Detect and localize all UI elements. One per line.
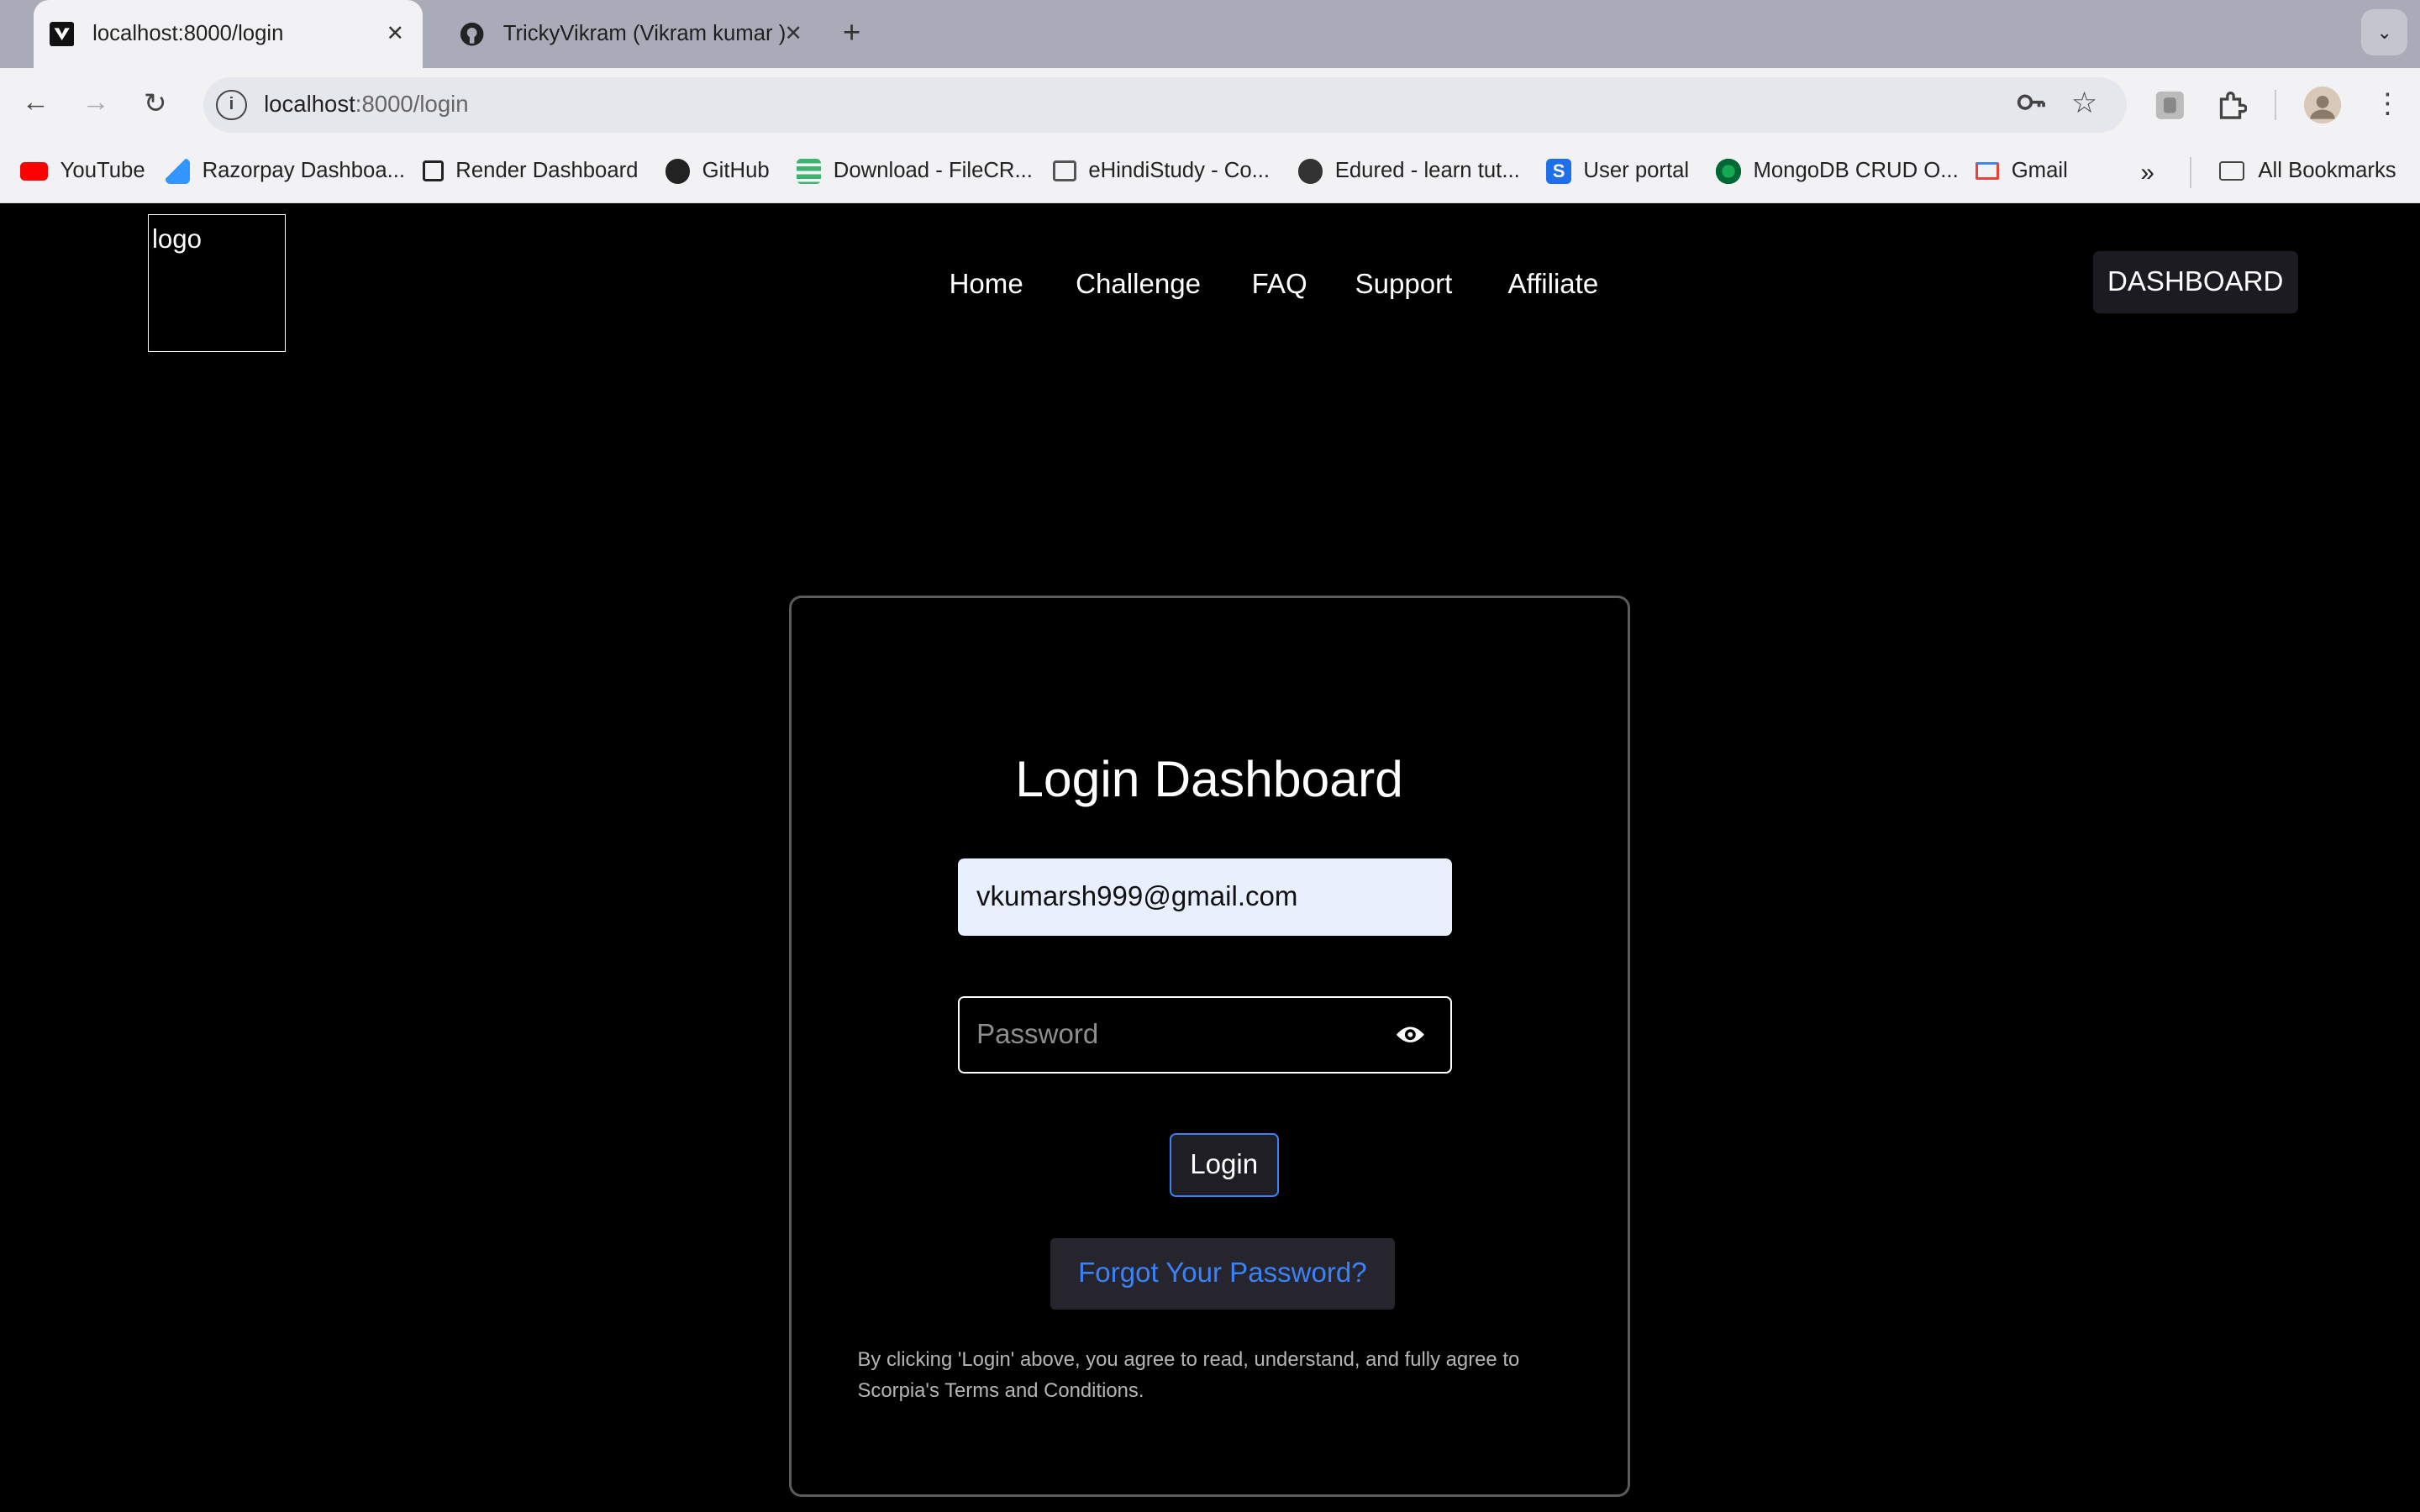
bookmark-label: MongoDB CRUD O...: [1753, 159, 1959, 183]
book-icon: [1052, 160, 1076, 181]
page-content: logo Home Challenge FAQ Support Affiliat…: [0, 203, 2420, 1512]
address-bar[interactable]: i localhost:8000/login ☆: [203, 76, 2127, 133]
bookmark-label: GitHub: [702, 159, 770, 183]
url-text[interactable]: localhost:8000/login: [264, 91, 469, 118]
url-host: localhost: [264, 91, 355, 118]
bookmark-label: Razorpay Dashboa...: [202, 159, 406, 183]
bookmark-render[interactable]: Render Dashboard: [423, 159, 638, 183]
back-icon[interactable]: ←: [22, 87, 50, 118]
bookmark-label: YouTube: [60, 159, 145, 183]
github-icon: [665, 159, 690, 184]
login-title: Login Dashboard: [1015, 749, 1403, 807]
password-placeholder: Password: [976, 1018, 1099, 1050]
password-key-icon[interactable]: [2016, 90, 2047, 121]
filecr-icon: [796, 159, 822, 184]
github-icon: [460, 22, 484, 46]
site-favicon-icon: [49, 21, 75, 47]
browser-toolbar: ← → ↻ i localhost:8000/login ☆ ⋮: [0, 67, 2420, 142]
tab-title: localhost:8000/login: [92, 21, 284, 45]
new-tab-icon[interactable]: +: [843, 15, 860, 50]
bookmark-label: User portal: [1583, 159, 1690, 183]
forward-icon[interactable]: →: [82, 87, 109, 118]
tab-title: TrickyVikram (Vikram kumar ): [502, 21, 786, 45]
bookmark-youtube[interactable]: YouTube: [19, 159, 145, 183]
bookmark-gmail[interactable]: Gmail: [1975, 159, 2068, 183]
close-tab-icon[interactable]: ✕: [387, 21, 405, 46]
razorpay-icon: [165, 159, 190, 184]
youtube-icon: [19, 161, 48, 181]
url-path: :8000/login: [355, 91, 469, 118]
globe-icon: [1297, 159, 1323, 184]
logo-alt-text: logo: [151, 224, 203, 255]
email-field[interactable]: vkumarsh999@gmail.com: [957, 858, 1452, 937]
dashboard-button[interactable]: DASHBOARD: [2092, 251, 2298, 313]
bookmark-filecr[interactable]: Download - FileCR...: [796, 159, 1033, 184]
eye-icon[interactable]: [1395, 1022, 1426, 1047]
nav-support[interactable]: Support: [1355, 269, 1453, 301]
login-card: Login Dashboard vkumarsh999@gmail.com Pa…: [788, 595, 1630, 1497]
password-field[interactable]: Password: [957, 995, 1452, 1074]
all-bookmarks[interactable]: All Bookmarks: [2219, 159, 2396, 183]
tab-search-icon[interactable]: ⌄: [2361, 9, 2408, 56]
bookmark-github[interactable]: GitHub: [665, 159, 770, 184]
bookmark-edured[interactable]: Edured - learn tut...: [1297, 159, 1520, 184]
render-icon: [423, 160, 444, 181]
toolbar-divider: [2275, 89, 2277, 121]
nav-faq[interactable]: FAQ: [1252, 269, 1307, 301]
gmail-icon: [1975, 162, 1999, 181]
bookmark-label: eHindiStudy - Co...: [1088, 159, 1270, 183]
tab-strip: localhost:8000/login ✕ TrickyVikram (Vik…: [0, 0, 2420, 68]
nav-affiliate[interactable]: Affiliate: [1507, 269, 1598, 301]
nav-home[interactable]: Home: [950, 269, 1023, 301]
bookmark-label: Edured - learn tut...: [1334, 159, 1520, 183]
bookmark-user-portal[interactable]: S User portal: [1546, 159, 1690, 184]
kebab-menu-icon[interactable]: ⋮: [2374, 87, 2402, 120]
bookmark-razorpay[interactable]: Razorpay Dashboa...: [165, 159, 406, 184]
bookmark-label: Render Dashboard: [455, 159, 639, 183]
bookmark-mongodb[interactable]: MongoDB CRUD O...: [1716, 159, 1959, 184]
mongodb-icon: [1716, 159, 1741, 184]
site-info-icon[interactable]: i: [216, 89, 247, 121]
bookmark-label: Download - FileCR...: [833, 159, 1033, 183]
nav-challenge[interactable]: Challenge: [1076, 269, 1201, 301]
login-button[interactable]: Login: [1169, 1133, 1279, 1197]
reload-icon[interactable]: ↻: [144, 87, 167, 120]
bookmark-star-icon[interactable]: ☆: [2071, 87, 2097, 120]
terms-text: By clicking 'Login' above, you agree to …: [857, 1347, 1520, 1402]
bookmarks-divider: [2190, 157, 2192, 189]
bookmarks-bar: YouTube Razorpay Dashboa... Render Dashb…: [0, 141, 2420, 204]
close-tab-icon[interactable]: ✕: [785, 21, 803, 46]
avatar[interactable]: [2304, 86, 2342, 131]
more-bookmarks-icon[interactable]: »: [2141, 159, 2154, 187]
forgot-password-button[interactable]: Forgot Your Password?: [1050, 1238, 1395, 1310]
extensions-icon[interactable]: [2217, 90, 2248, 129]
bookmark-ehindistudy[interactable]: eHindiStudy - Co...: [1052, 159, 1270, 183]
folder-icon: [2219, 161, 2244, 181]
site-logo[interactable]: logo: [148, 214, 286, 352]
portal-icon: S: [1546, 159, 1571, 184]
tab-github[interactable]: TrickyVikram (Vikram kumar ) ✕: [445, 0, 815, 68]
extension-puzzle-app-icon[interactable]: [2154, 90, 2186, 129]
all-bookmarks-label: All Bookmarks: [2258, 159, 2396, 183]
bookmark-label: Gmail: [2011, 159, 2068, 183]
tab-localhost-login[interactable]: localhost:8000/login ✕: [34, 0, 424, 68]
